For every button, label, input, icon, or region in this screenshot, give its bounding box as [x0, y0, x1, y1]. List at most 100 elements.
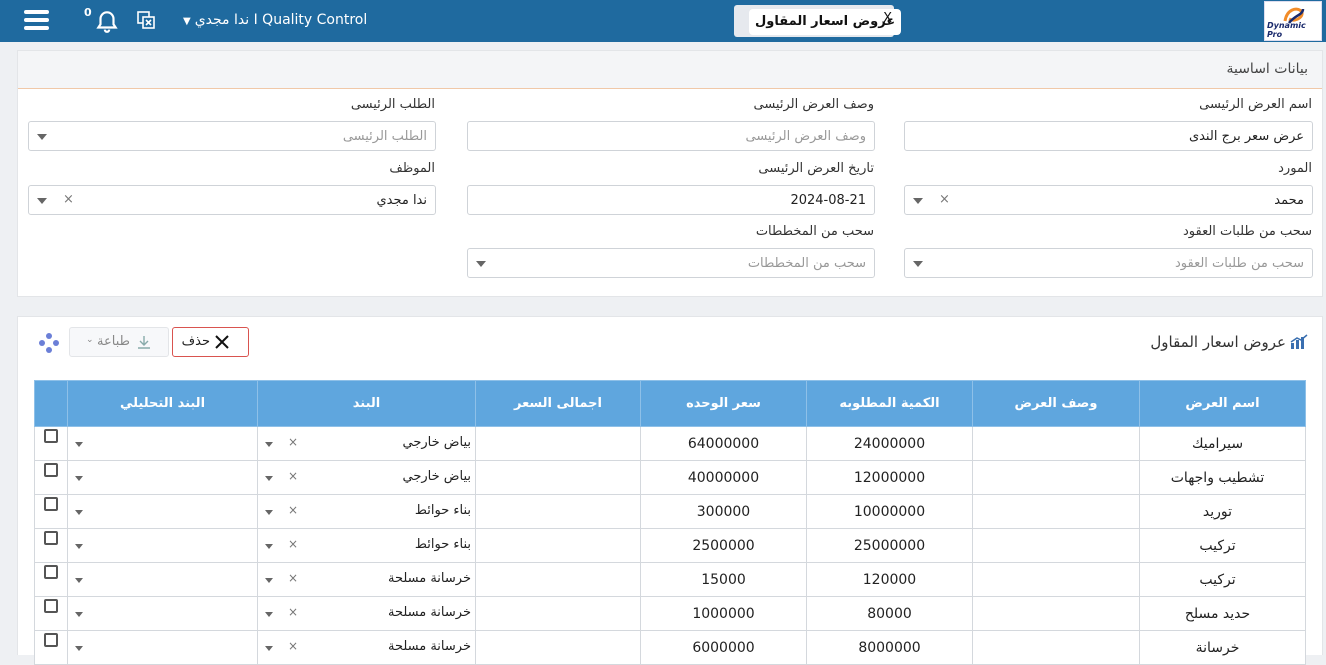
delete-button[interactable]: حذف: [172, 327, 249, 357]
table-row[interactable]: × بياض خارجي 40000000 12000000 تشطيب واجهات: [34, 460, 1306, 495]
name-cell[interactable]: تركيب: [1139, 562, 1306, 597]
desc-cell[interactable]: [972, 562, 1140, 597]
sub-item-select[interactable]: [67, 596, 258, 631]
total-cell[interactable]: [475, 494, 641, 529]
column-header[interactable]: الكمية المطلوبه: [806, 380, 973, 427]
qty-cell[interactable]: 24000000: [806, 426, 973, 461]
supplier-select[interactable]: محمد ×: [904, 185, 1313, 215]
clear-icon[interactable]: ×: [288, 537, 298, 551]
chevron-down-icon: [75, 612, 83, 617]
row-checkbox[interactable]: [44, 565, 58, 579]
clear-icon[interactable]: ×: [939, 192, 950, 207]
desc-cell[interactable]: [972, 426, 1140, 461]
item-select[interactable]: × خرسانة مسلحة: [257, 596, 476, 631]
main-request-placeholder: الطلب الرئيسى: [342, 129, 427, 144]
unit-price-cell[interactable]: 300000: [640, 494, 807, 529]
clear-icon[interactable]: ×: [288, 639, 298, 653]
item-select[interactable]: × بناء حوائط: [257, 528, 476, 563]
row-checkbox[interactable]: [44, 463, 58, 477]
row-checkbox[interactable]: [44, 429, 58, 443]
total-cell[interactable]: [475, 528, 641, 563]
offer-name-field[interactable]: عرض سعر برج الندى: [904, 121, 1313, 151]
name-cell[interactable]: توريد: [1139, 494, 1306, 529]
unit-price-cell[interactable]: 2500000: [640, 528, 807, 563]
table-row[interactable]: × بياض خارجي 64000000 24000000 سيراميك: [34, 426, 1306, 461]
column-header[interactable]: اجمالى السعر: [475, 380, 641, 427]
close-icon[interactable]: X: [883, 11, 892, 26]
total-cell[interactable]: [475, 562, 641, 597]
column-header[interactable]: سعر الوحده: [640, 380, 807, 427]
name-cell[interactable]: تشطيب واجهات: [1139, 460, 1306, 495]
qty-cell[interactable]: 8000000: [806, 630, 973, 665]
unit-price-cell[interactable]: 6000000: [640, 630, 807, 665]
settings-dots-icon[interactable]: [38, 332, 60, 354]
total-cell[interactable]: [475, 426, 641, 461]
clear-icon[interactable]: ×: [288, 469, 298, 483]
column-header[interactable]: البند: [257, 380, 476, 427]
name-cell[interactable]: حديد مسلح: [1139, 596, 1306, 631]
name-cell[interactable]: تركيب: [1139, 528, 1306, 563]
clear-icon[interactable]: ×: [288, 435, 298, 449]
row-checkbox[interactable]: [44, 531, 58, 545]
table-row[interactable]: × بناء حوائط 2500000 25000000 تركيب: [34, 528, 1306, 563]
delete-label: حذف: [181, 334, 210, 349]
sub-item-select[interactable]: [67, 528, 258, 563]
desc-cell[interactable]: [972, 630, 1140, 665]
offer-desc-field[interactable]: وصف العرض الرئيسى: [467, 121, 875, 151]
row-checkbox[interactable]: [44, 633, 58, 647]
desc-cell[interactable]: [972, 528, 1140, 563]
offer-date-field[interactable]: 2024-08-21: [467, 185, 875, 215]
sub-item-select[interactable]: [67, 562, 258, 597]
item-select[interactable]: × خرسانة مسلحة: [257, 630, 476, 665]
sub-item-select[interactable]: [67, 494, 258, 529]
item-select[interactable]: × بياض خارجي: [257, 426, 476, 461]
total-cell[interactable]: [475, 460, 641, 495]
translate-icon[interactable]: [136, 10, 156, 30]
table-row[interactable]: × خرسانة مسلحة 15000 120000 تركيب: [34, 562, 1306, 597]
desc-cell[interactable]: [972, 494, 1140, 529]
clear-icon[interactable]: ×: [288, 571, 298, 585]
tab-contractor-offers[interactable]: عروض اسعار المقاول X: [734, 5, 902, 37]
clear-icon[interactable]: ×: [63, 192, 74, 207]
sub-item-select[interactable]: [67, 630, 258, 665]
qty-cell[interactable]: 80000: [806, 596, 973, 631]
item-select[interactable]: × بناء حوائط: [257, 494, 476, 529]
table-row[interactable]: × خرسانة مسلحة 6000000 8000000 خرسانة: [34, 630, 1306, 665]
clear-icon[interactable]: ×: [288, 503, 298, 517]
qty-cell[interactable]: 120000: [806, 562, 973, 597]
column-header[interactable]: البند التحليلي: [67, 380, 258, 427]
item-select[interactable]: × بياض خارجي: [257, 460, 476, 495]
clear-icon[interactable]: ×: [288, 605, 298, 619]
qty-cell[interactable]: 10000000: [806, 494, 973, 529]
column-header[interactable]: اسم العرض: [1139, 380, 1306, 427]
employee-select[interactable]: ندا مجدي ×: [28, 185, 436, 215]
qty-cell[interactable]: 25000000: [806, 528, 973, 563]
sub-item-select[interactable]: [67, 426, 258, 461]
unit-price-cell[interactable]: 15000: [640, 562, 807, 597]
unit-price-cell[interactable]: 64000000: [640, 426, 807, 461]
unit-price-cell[interactable]: 40000000: [640, 460, 807, 495]
table-row[interactable]: × خرسانة مسلحة 1000000 80000 حديد مسلح: [34, 596, 1306, 631]
row-checkbox[interactable]: [44, 497, 58, 511]
bell-icon[interactable]: [94, 8, 120, 34]
desc-cell[interactable]: [972, 596, 1140, 631]
contract-requests-select[interactable]: سحب من طلبات العقود: [904, 248, 1313, 278]
menu-icon[interactable]: [24, 10, 49, 32]
table-row[interactable]: × بناء حوائط 300000 10000000 توريد: [34, 494, 1306, 529]
sub-item-select[interactable]: [67, 460, 258, 495]
item-select[interactable]: × خرسانة مسلحة: [257, 562, 476, 597]
name-cell[interactable]: سيراميك: [1139, 426, 1306, 461]
row-checkbox[interactable]: [44, 599, 58, 613]
column-header[interactable]: وصف العرض: [972, 380, 1140, 427]
total-cell[interactable]: [475, 596, 641, 631]
user-menu[interactable]: ▼ ندا مجدي I Quality Control: [183, 12, 367, 28]
print-button[interactable]: طباعة ⌄: [69, 327, 169, 357]
desc-cell[interactable]: [972, 460, 1140, 495]
qty-cell[interactable]: 12000000: [806, 460, 973, 495]
plans-select[interactable]: سحب من المخططات: [467, 248, 875, 278]
unit-price-cell[interactable]: 1000000: [640, 596, 807, 631]
total-cell[interactable]: [475, 630, 641, 665]
main-request-select[interactable]: الطلب الرئيسى: [28, 121, 436, 151]
employee-label: الموظف: [389, 161, 435, 176]
name-cell[interactable]: خرسانة: [1139, 630, 1306, 665]
